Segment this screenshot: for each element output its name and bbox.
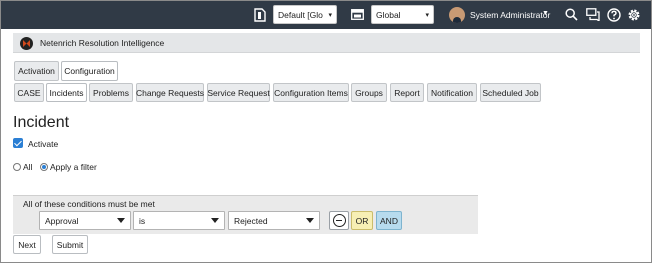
radio-apply-filter[interactable] xyxy=(40,163,48,171)
submit-button[interactable]: Submit xyxy=(52,235,88,254)
activate-label: Activate xyxy=(28,139,59,149)
tab-notification[interactable]: Notification xyxy=(427,83,477,102)
radio-all[interactable] xyxy=(13,163,21,171)
application-scope-value: Global xyxy=(376,9,401,20)
tab-activation[interactable]: Activation xyxy=(14,61,59,81)
tab-service-request[interactable]: Service Request xyxy=(207,83,270,102)
tab-configuration[interactable]: Configuration xyxy=(61,61,118,81)
avatar[interactable] xyxy=(449,7,465,23)
condition-value-select[interactable]: Rejected xyxy=(228,211,320,230)
tab-report[interactable]: Report xyxy=(390,83,424,102)
tab-configuration-items[interactable]: Configuration Items xyxy=(273,83,349,102)
tab-incidents[interactable]: Incidents xyxy=(46,83,87,102)
tab-scheduled-job[interactable]: Scheduled Job xyxy=(480,83,541,102)
condition-operator-select[interactable]: is xyxy=(133,211,225,230)
dropdown-arrow-icon xyxy=(117,218,125,223)
page-title: Incident xyxy=(13,114,70,131)
help-icon[interactable] xyxy=(607,8,621,22)
chevron-down-icon: ▾ xyxy=(425,11,429,19)
condition-field-select[interactable]: Approval xyxy=(39,211,131,230)
activate-checkbox[interactable] xyxy=(13,138,23,148)
application-scope-select[interactable]: Global ▾ xyxy=(371,5,434,24)
connect-chat-icon[interactable] xyxy=(586,8,600,21)
condition-value-value: Rejected xyxy=(234,215,268,226)
next-button[interactable]: Next xyxy=(13,235,41,254)
window-icon[interactable] xyxy=(351,9,364,20)
update-set-value: Default [Glo xyxy=(278,9,323,20)
user-menu-caret-icon[interactable]: ▼ xyxy=(542,10,549,17)
gear-icon[interactable] xyxy=(627,8,641,22)
condition-builder: All of these conditions must be met Appr… xyxy=(13,195,478,234)
dropdown-arrow-icon xyxy=(211,218,219,223)
remove-condition-button[interactable] xyxy=(329,211,349,230)
user-menu-name[interactable]: System Administrator xyxy=(470,10,550,20)
netenrich-logo-icon xyxy=(20,37,33,50)
dropdown-arrow-icon xyxy=(306,218,314,223)
radio-apply-filter-label: Apply a filter xyxy=(50,162,97,172)
or-button[interactable]: OR xyxy=(351,211,373,230)
app-banner: Netenrich Resolution Intelligence xyxy=(13,33,640,53)
search-icon[interactable] xyxy=(565,8,578,21)
condition-operator-value: is xyxy=(139,215,146,226)
conditions-heading: All of these conditions must be met xyxy=(23,199,155,209)
app-title: Netenrich Resolution Intelligence xyxy=(40,38,165,48)
update-set-select[interactable]: Default [Glo ▾ xyxy=(273,5,337,24)
condition-field-value: Approval xyxy=(45,215,79,226)
top-header: Default [Glo ▾ Global ▾ System Administr… xyxy=(1,1,651,29)
update-set-icon[interactable] xyxy=(254,8,266,22)
tab-change-requests[interactable]: Change Requests xyxy=(136,83,204,102)
and-button[interactable]: AND xyxy=(376,211,402,230)
tab-problems[interactable]: Problems xyxy=(89,83,133,102)
radio-all-label: All xyxy=(23,162,33,172)
tab-case[interactable]: CASE xyxy=(14,83,44,102)
chevron-down-icon: ▾ xyxy=(328,11,332,19)
tab-groups[interactable]: Groups xyxy=(351,83,387,102)
